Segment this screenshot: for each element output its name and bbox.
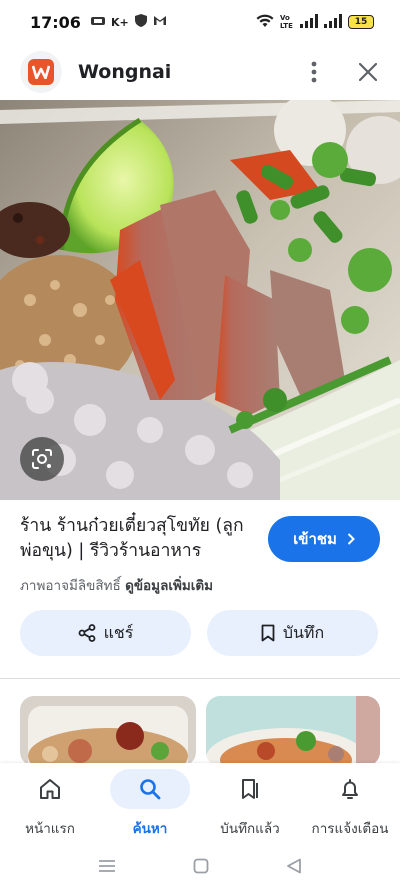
bell-icon: [342, 779, 358, 799]
k-plus-icon: K+: [110, 15, 129, 29]
chevron-right-icon: [347, 533, 355, 545]
notification-icons: K+: [90, 14, 167, 30]
related-photo-2: [206, 696, 380, 766]
share-label: แชร์: [103, 622, 134, 642]
nav-search[interactable]: ค้นหา: [100, 763, 200, 846]
action-buttons: แชร์ บันทึก: [20, 610, 378, 656]
gmail-icon: [153, 15, 167, 29]
related-image[interactable]: [206, 696, 380, 766]
battery-icon: 15: [348, 15, 374, 29]
share-icon: [78, 624, 96, 642]
related-image[interactable]: [20, 696, 196, 766]
close-icon: [359, 63, 377, 81]
wongnai-logo-icon: [28, 59, 54, 85]
share-button[interactable]: แชร์: [20, 610, 191, 656]
more-info-link[interactable]: ดูข้อมูลเพิ่มเติม: [125, 578, 213, 594]
volte-icon: Vo LTE: [280, 14, 293, 30]
hero-image[interactable]: [0, 100, 400, 500]
bottom-navigation: หน้าแรก ค้นหา บันทึกแล้ว การแจ้งเตือน: [0, 763, 400, 846]
place-info: ร้าน ร้านก๋วยเตี๋ยวสุโขทัย (ลูกพ่อขุน) |…: [20, 514, 380, 596]
shield-icon: [134, 14, 147, 30]
nav-home[interactable]: หน้าแรก: [0, 763, 100, 846]
nav-notifications-label: การแจ้งเตือน: [311, 821, 389, 837]
nav-saved[interactable]: บันทึกแล้ว: [200, 763, 300, 846]
wifi-icon: [256, 13, 274, 32]
saved-icon: [242, 779, 258, 799]
save-button[interactable]: บันทึก: [207, 610, 378, 656]
signal-icon-2: [324, 13, 342, 32]
nav-home-label: หน้าแรก: [25, 821, 75, 837]
more-vert-icon: [311, 61, 317, 83]
related-photo-1: [20, 696, 196, 766]
visit-button[interactable]: เข้าชม: [268, 516, 380, 562]
nav-saved-label: บันทึกแล้ว: [220, 821, 280, 837]
status-bar: 17:06 K+ Vo LTE 15: [0, 0, 400, 44]
status-time: 17:06: [30, 12, 81, 32]
home-icon: [40, 779, 60, 799]
system-status: Vo LTE 15: [256, 13, 374, 32]
food-photo: [0, 100, 400, 500]
back-triangle-icon: [286, 858, 301, 873]
google-lens-button[interactable]: [20, 437, 64, 481]
menu-icon: [99, 860, 116, 872]
search-icon: [140, 779, 161, 800]
bookmark-icon: [261, 624, 275, 642]
home-system-button[interactable]: [193, 858, 209, 878]
square-icon: [193, 858, 209, 873]
lens-icon: [32, 449, 52, 469]
close-button[interactable]: [356, 60, 380, 84]
divider: [0, 678, 400, 679]
save-label: บันทึก: [282, 622, 325, 642]
app-header: Wongnai: [0, 44, 400, 100]
more-options-button[interactable]: [302, 60, 326, 84]
sim-icon: [90, 16, 105, 29]
copyright-line: ภาพอาจมีลิขสิทธิ์ ดูข้อมูลเพิ่มเติม: [20, 574, 380, 596]
place-title[interactable]: ร้าน ร้านก๋วยเตี๋ยวสุโขทัย (ลูกพ่อขุน) |…: [20, 514, 260, 564]
recents-button[interactable]: [98, 858, 116, 877]
visit-label: เข้าชม: [293, 530, 337, 548]
back-button[interactable]: [286, 858, 302, 878]
app-title: Wongnai: [78, 61, 172, 83]
nav-notifications[interactable]: การแจ้งเตือน: [300, 763, 400, 846]
app-logo[interactable]: [20, 51, 62, 93]
copyright-note: ภาพอาจมีลิขสิทธิ์: [20, 578, 121, 594]
signal-icon: [300, 13, 318, 32]
system-nav-bar: [0, 846, 400, 889]
nav-search-label: ค้นหา: [132, 821, 168, 837]
